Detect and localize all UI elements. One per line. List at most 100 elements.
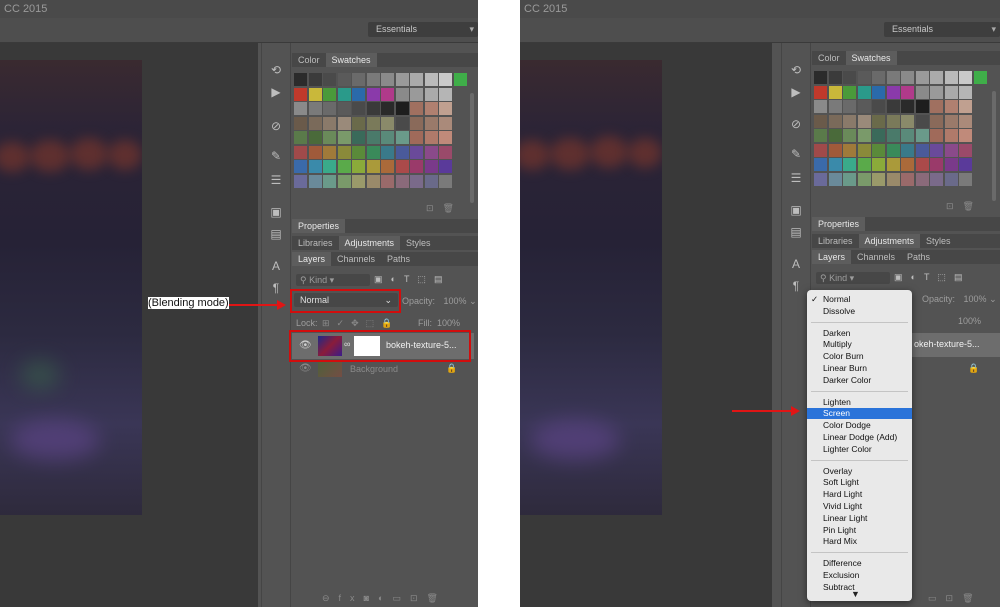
swatch[interactable] — [901, 114, 914, 128]
swatch[interactable] — [337, 116, 351, 130]
swatch[interactable] — [828, 143, 842, 157]
swatch[interactable] — [337, 160, 351, 173]
swatch[interactable] — [410, 73, 423, 86]
notes-icon[interactable]: ▤ — [789, 225, 803, 239]
tab-styles[interactable]: Styles — [400, 236, 437, 250]
swatch[interactable] — [930, 143, 943, 157]
swatch[interactable] — [814, 129, 827, 142]
swatch[interactable] — [410, 145, 423, 159]
swatch[interactable] — [857, 100, 871, 113]
swatch[interactable] — [439, 87, 452, 101]
swatch[interactable] — [828, 71, 842, 84]
kind-filter[interactable]: ⚲ Kind ▾ — [296, 274, 370, 286]
swatch[interactable] — [395, 87, 409, 101]
document-canvas[interactable] — [0, 60, 245, 597]
swatch[interactable] — [381, 73, 394, 86]
swatch[interactable] — [857, 129, 871, 142]
swatch[interactable] — [857, 143, 871, 157]
opacity-value[interactable]: 100% — [964, 294, 987, 304]
trash-icon[interactable]: 🗑 — [963, 201, 983, 211]
swatch[interactable] — [323, 73, 336, 86]
swatch[interactable] — [857, 158, 871, 171]
scroll-down-icon[interactable]: ▼ — [851, 589, 860, 599]
history-icon[interactable]: ⟲ — [789, 63, 803, 77]
trash-icon[interactable]: 🗑 — [962, 593, 982, 603]
swatch[interactable] — [366, 160, 380, 173]
properties-icon[interactable]: ⊘ — [789, 117, 803, 131]
character-icon[interactable]: A — [789, 257, 803, 271]
swatch[interactable] — [352, 102, 365, 115]
trash-icon[interactable]: 🗑 — [427, 593, 447, 603]
blend-mode-option[interactable]: Linear Light — [807, 513, 912, 524]
swatch[interactable] — [930, 114, 943, 128]
blend-mode-option[interactable]: Linear Dodge (Add) — [807, 432, 912, 443]
swatch[interactable] — [944, 114, 958, 128]
new-layer-icon[interactable]: ⊡ — [410, 593, 427, 603]
swatch[interactable] — [959, 100, 972, 113]
swatch[interactable] — [294, 102, 307, 115]
swatch[interactable] — [424, 73, 438, 86]
group-icon[interactable]: ▭ — [392, 593, 410, 603]
swatch[interactable] — [337, 87, 351, 101]
swatch[interactable] — [424, 87, 438, 101]
swatch[interactable] — [381, 174, 394, 188]
swatch[interactable] — [944, 129, 958, 142]
tab-paths[interactable]: Paths — [901, 250, 936, 264]
swatch[interactable] — [381, 102, 394, 115]
swatch[interactable] — [828, 85, 842, 99]
mask-icon[interactable]: ◙ — [364, 593, 378, 603]
swatch[interactable] — [308, 73, 322, 86]
opacity-value[interactable]: 100% — [444, 296, 467, 306]
swatch[interactable] — [294, 174, 307, 188]
layer-row-selected[interactable]: okeh-texture-5... — [910, 333, 1000, 357]
actions-play-icon[interactable]: ▶ — [789, 85, 803, 99]
swatch[interactable] — [828, 129, 842, 142]
filter-icons[interactable]: ▣◐T⬚▤ — [894, 272, 970, 283]
swatch[interactable] — [915, 100, 929, 113]
blend-mode-option[interactable]: Color Burn — [807, 351, 912, 362]
swatch[interactable] — [857, 114, 871, 128]
blend-mode-menu[interactable]: Normal ✓ Dissolve Darken Multiply Color Burn L… — [807, 290, 912, 601]
swatch[interactable] — [857, 85, 871, 99]
blend-mode-option[interactable]: Difference — [807, 558, 912, 569]
swatch[interactable] — [872, 114, 885, 128]
blend-mode-option[interactable]: Lighten — [807, 397, 912, 408]
swatch[interactable] — [828, 114, 842, 128]
adjust-sliders-icon[interactable]: ☰ — [789, 171, 803, 185]
swatch[interactable] — [352, 174, 365, 188]
swatch[interactable] — [814, 71, 827, 84]
swatch[interactable] — [930, 71, 943, 84]
swatch[interactable] — [366, 174, 380, 188]
swatch[interactable] — [381, 131, 394, 144]
swatch[interactable] — [959, 158, 972, 171]
swatch[interactable] — [323, 131, 336, 144]
swatch[interactable] — [323, 160, 336, 173]
tab-color[interactable]: Color — [292, 53, 326, 67]
swatch[interactable] — [381, 160, 394, 173]
tab-properties[interactable]: Properties — [812, 217, 866, 231]
swatch[interactable] — [352, 73, 365, 86]
tab-libraries[interactable]: Libraries — [292, 236, 339, 250]
blend-mode-option[interactable]: Exclusion — [807, 570, 912, 581]
link-layers-icon[interactable]: ⊖ — [322, 593, 339, 603]
swatch[interactable] — [337, 102, 351, 115]
swatch[interactable] — [294, 160, 307, 173]
blend-mode-option[interactable]: Normal ✓ — [807, 294, 912, 305]
swatch[interactable] — [959, 71, 972, 84]
brush-icon[interactable]: ✎ — [269, 149, 283, 163]
paragraph-icon[interactable]: ¶ — [269, 281, 283, 295]
swatch[interactable] — [294, 131, 307, 144]
paragraph-icon[interactable]: ¶ — [789, 279, 803, 293]
swatch[interactable] — [323, 87, 336, 101]
swatch[interactable] — [872, 71, 885, 84]
swatch[interactable] — [308, 174, 322, 188]
swatch[interactable] — [901, 71, 914, 84]
swatch[interactable] — [828, 158, 842, 171]
swatch[interactable] — [843, 85, 856, 99]
lock-icons[interactable]: ⊞✓✥⬚🔒 — [322, 318, 399, 329]
tab-swatches[interactable]: Swatches — [325, 53, 377, 67]
blend-mode-option[interactable]: Soft Light — [807, 477, 912, 488]
swatch[interactable] — [323, 116, 336, 130]
swatch[interactable] — [395, 145, 409, 159]
swatch[interactable] — [843, 143, 856, 157]
